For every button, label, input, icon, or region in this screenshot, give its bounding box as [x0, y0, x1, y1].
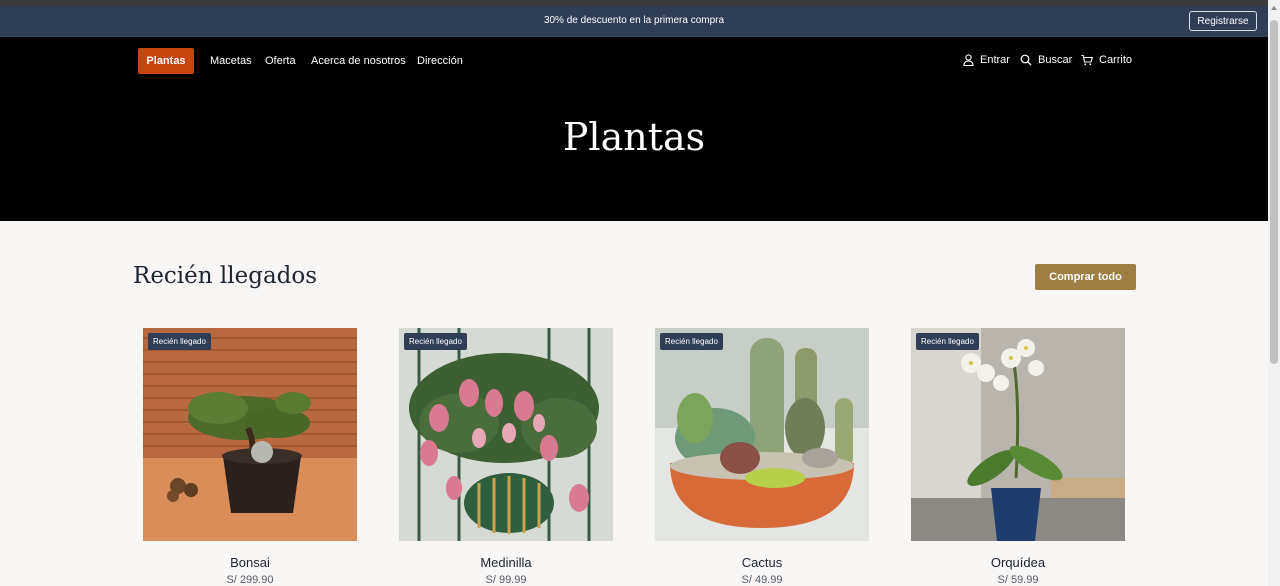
search-link[interactable]: Buscar	[1020, 54, 1072, 66]
login-label: Entrar	[980, 54, 1010, 66]
product-card-medinilla[interactable]: Recién llegado Medinilla S/ 99.99	[399, 328, 613, 586]
cart-link[interactable]: Carrito	[1081, 54, 1132, 66]
product-image-bonsai[interactable]: Recién llegado	[143, 328, 357, 541]
product-image-cactus[interactable]: Recién llegado	[655, 328, 869, 541]
product-card-cactus[interactable]: Recién llegado Cactus S/ 49.99	[655, 328, 869, 586]
shop-all-button[interactable]: Comprar todo	[1035, 264, 1136, 290]
register-button[interactable]: Registrarse	[1189, 11, 1257, 31]
product-card-bonsai[interactable]: Recién llegado Bonsai S/ 299.90	[143, 328, 357, 586]
page-title: Plantas	[562, 115, 706, 159]
new-arrival-badge: Recién llegado	[660, 333, 723, 350]
user-icon	[963, 54, 974, 66]
nav-item-plantas[interactable]: Plantas	[138, 48, 194, 74]
product-name[interactable]: Orquídea	[911, 555, 1125, 570]
page-scrollbar[interactable]	[1268, 0, 1280, 586]
product-image-medinilla[interactable]: Recién llegado	[399, 328, 613, 541]
nav-item-oferta[interactable]: Oferta	[265, 55, 296, 67]
nav-item-direccion[interactable]: Dirección	[417, 55, 463, 67]
new-arrival-badge: Recién llegado	[148, 333, 211, 350]
hero-header: Plantas Macetas Oferta Acerca de nosotro…	[0, 37, 1268, 221]
search-label: Buscar	[1038, 54, 1073, 66]
product-price: S/ 49.99	[741, 574, 783, 586]
product-price: S/ 59.99	[997, 574, 1039, 586]
product-name[interactable]: Medinilla	[399, 555, 613, 570]
new-arrival-badge: Recién llegado	[916, 333, 979, 350]
cart-icon	[1081, 54, 1093, 66]
product-name[interactable]: Bonsai	[143, 555, 357, 570]
section-title: Recién llegados	[133, 263, 318, 289]
nav-item-acerca[interactable]: Acerca de nosotros	[311, 55, 406, 67]
scroll-up-arrow[interactable]	[1271, 6, 1277, 10]
new-arrival-badge: Recién llegado	[404, 333, 467, 350]
promo-text: 30% de descuento en la primera compra	[543, 15, 725, 26]
product-price: S/ 299.90	[226, 574, 274, 586]
search-icon	[1020, 54, 1032, 66]
product-card-orquidea[interactable]: Recién llegado Orquídea S/ 59.99	[911, 328, 1125, 586]
scroll-thumb[interactable]	[1270, 20, 1278, 364]
product-image-orquidea[interactable]: Recién llegado	[911, 328, 1125, 541]
cart-label: Carrito	[1099, 54, 1133, 66]
product-name[interactable]: Cactus	[655, 555, 869, 570]
product-price: S/ 99.99	[485, 574, 527, 586]
login-link[interactable]: Entrar	[963, 54, 1010, 66]
promo-bar: 30% de descuento en la primera compra Re…	[0, 6, 1268, 37]
nav-item-macetas[interactable]: Macetas	[210, 55, 252, 67]
